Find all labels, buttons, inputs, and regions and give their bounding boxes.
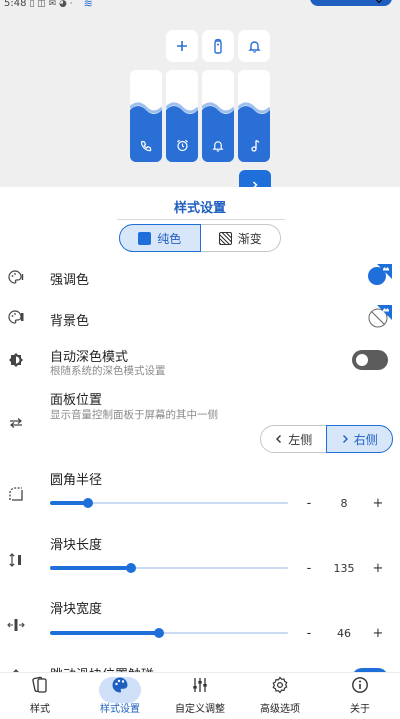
position-right-label: 右侧 xyxy=(353,432,378,447)
swap-horizontal-icon xyxy=(6,413,26,433)
phone-icon xyxy=(140,140,152,152)
nav-label-advanced: 高级选项 xyxy=(260,704,300,715)
chevron-left-icon xyxy=(276,435,282,443)
settings-gear-icon xyxy=(271,674,289,696)
solid-color-icon xyxy=(138,231,152,245)
accent-color-swatch[interactable] xyxy=(368,264,392,288)
slider-length-slider[interactable] xyxy=(50,561,288,575)
jump-slider-label: 跳动滑块位置触碰 xyxy=(50,664,154,672)
plus-icon xyxy=(177,41,187,51)
palette-icon xyxy=(6,307,26,327)
slider-thumb[interactable] xyxy=(154,628,165,638)
remote-icon xyxy=(214,38,222,54)
preview-area: 5:48 ▯ ◫ ✉ ◕ · ≋ xyxy=(0,0,400,187)
chevron-down-icon xyxy=(374,0,384,4)
wave-icon: ≋ xyxy=(83,0,93,10)
nav-label-about: 关于 xyxy=(350,704,370,715)
slider-fill xyxy=(130,116,162,162)
slider-thumb[interactable] xyxy=(125,563,136,573)
style-mode-gradient[interactable]: 渐变 xyxy=(201,225,281,251)
style-icon xyxy=(31,674,49,696)
title-divider xyxy=(117,219,285,220)
slider-length-value: 135 xyxy=(333,562,355,575)
corner-radius-label: 圆角半径 xyxy=(50,473,103,488)
tune-icon xyxy=(191,674,209,696)
sheet-title: 样式设置 xyxy=(173,201,226,216)
chevron-right-icon xyxy=(342,435,348,443)
bottom-navigation: 样式 样式设置 自定义调整 高级选项 关于 xyxy=(0,672,400,719)
slider-length-increase[interactable]: + xyxy=(371,561,385,576)
slider-width-slider[interactable] xyxy=(50,626,288,640)
touch-icon xyxy=(6,665,26,672)
height-icon xyxy=(6,550,26,570)
style-mode-gradient-label: 渐变 xyxy=(237,231,262,246)
status-icons: ▯ ◫ ✉ ◕ · xyxy=(29,0,73,9)
expand-panel-button[interactable] xyxy=(239,170,271,187)
nav-item-advanced[interactable]: 高级选项 xyxy=(240,673,320,719)
nav-item-style-settings[interactable]: 样式设置 xyxy=(80,673,160,719)
slider-length-label: 滑块长度 xyxy=(50,538,103,553)
nav-label-custom-adjust: 自定义调整 xyxy=(175,704,225,715)
slider-active-track xyxy=(50,631,160,635)
slider-width-increase[interactable]: + xyxy=(371,626,385,641)
corner-radius-decrease[interactable]: - xyxy=(302,496,316,511)
auto-dark-toggle[interactable] xyxy=(352,350,388,370)
style-settings-sheet: 样式设置 纯色 渐变 强调色 背景色 自动深色模式 根随系统的深色模式设置 面板… xyxy=(0,187,400,672)
slider-width-decrease[interactable]: - xyxy=(302,626,316,641)
panel-position-description: 显示音量控制面板于屏幕的其中一侧 xyxy=(50,409,218,421)
toggle-knob xyxy=(356,354,368,366)
chevron-right-icon xyxy=(252,181,258,187)
corner-radius-increase[interactable]: + xyxy=(371,496,385,511)
alarm-icon xyxy=(176,139,188,152)
style-mode-solid-label: 纯色 xyxy=(157,231,182,246)
add-button[interactable] xyxy=(166,30,198,62)
style-mode-selector: 纯色 渐变 xyxy=(119,224,281,252)
background-color-label: 背景色 xyxy=(50,314,90,329)
style-mode-solid[interactable]: 纯色 xyxy=(120,225,201,251)
collapsed-panel-pill[interactable] xyxy=(310,0,392,6)
palette-icon xyxy=(111,674,129,696)
position-right[interactable]: 右侧 xyxy=(326,426,392,452)
status-time: 5:48 xyxy=(4,0,27,9)
width-icon xyxy=(6,615,26,635)
auto-dark-description: 根随系统的深色模式设置 xyxy=(50,365,166,377)
slider-thumb[interactable] xyxy=(83,498,94,508)
volume-slider-alarm[interactable] xyxy=(166,70,198,162)
accent-color-label: 强调色 xyxy=(50,273,90,288)
background-color-swatch[interactable] xyxy=(368,305,392,329)
position-left[interactable]: 左侧 xyxy=(261,426,327,452)
info-icon xyxy=(351,674,369,696)
nav-item-custom-adjust[interactable]: 自定义调整 xyxy=(160,673,240,719)
remote-button[interactable] xyxy=(202,30,234,62)
volume-slider-media[interactable] xyxy=(238,70,270,162)
nav-item-about[interactable]: 关于 xyxy=(320,673,400,719)
volume-slider-call[interactable] xyxy=(130,70,162,162)
status-bar: 5:48 ▯ ◫ ✉ ◕ · ≋ xyxy=(4,0,93,10)
slider-width-label: 滑块宽度 xyxy=(50,602,103,617)
slider-length-decrease[interactable]: - xyxy=(302,561,316,576)
corner-radius-value: 8 xyxy=(340,497,348,510)
gradient-icon xyxy=(218,231,232,245)
brightness-icon xyxy=(6,350,26,370)
nav-item-style[interactable]: 样式 xyxy=(0,673,80,719)
rounded-corner-icon xyxy=(6,484,26,504)
ringer-button[interactable] xyxy=(238,30,270,62)
slider-width-value: 46 xyxy=(337,627,351,640)
volume-slider-ring[interactable] xyxy=(202,70,234,162)
position-left-label: 左侧 xyxy=(288,432,313,447)
bell-icon xyxy=(212,141,224,152)
palette-icon xyxy=(6,267,26,287)
music-note-icon xyxy=(250,139,259,152)
panel-position-label: 面板位置 xyxy=(50,393,103,408)
corner-radius-slider[interactable] xyxy=(50,496,288,510)
bell-icon xyxy=(247,41,261,53)
nav-label-style: 样式 xyxy=(30,704,50,715)
panel-position-selector: 左侧 右侧 xyxy=(260,425,393,453)
slider-active-track xyxy=(50,566,131,570)
